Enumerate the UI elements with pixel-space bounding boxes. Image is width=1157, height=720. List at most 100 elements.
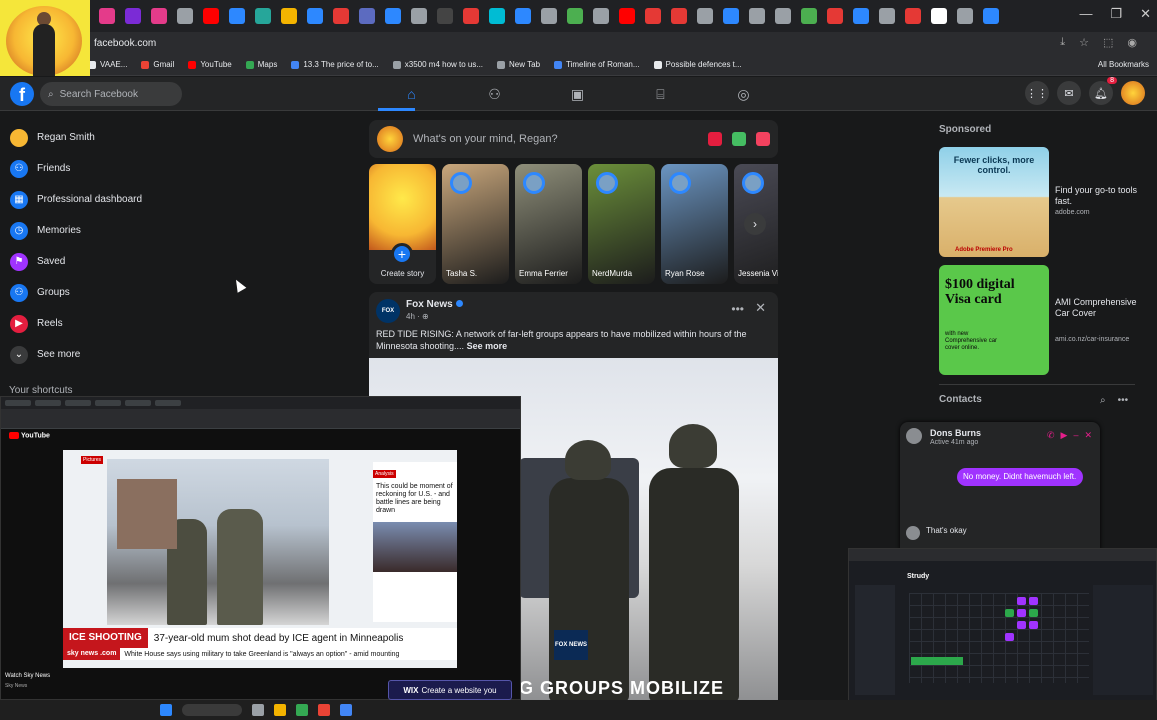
bookmark-item[interactable]: x3500 m4 how to us... <box>392 60 483 69</box>
ad-ami[interactable]: $100 digital Visa card with new Comprehe… <box>939 265 1139 375</box>
more-icon[interactable]: ••• <box>1118 395 1129 406</box>
channel-title[interactable]: Watch Sky News <box>5 673 50 679</box>
apps-menu-icon[interactable]: ⋮⋮ <box>1025 81 1049 105</box>
story-card[interactable]: Tasha S. <box>442 164 509 284</box>
pip-tab[interactable] <box>35 400 61 406</box>
profile-avatar[interactable] <box>1121 81 1145 105</box>
browser-tab-icon[interactable] <box>905 8 921 24</box>
ad-image[interactable]: Fewer clicks, more control. Adobe Premie… <box>939 147 1049 257</box>
search-input[interactable]: ⌕ Search Facebook <box>40 82 182 106</box>
app-icon[interactable] <box>318 704 330 716</box>
browser-tab-icon[interactable] <box>723 8 739 24</box>
browser-tab-icon[interactable] <box>645 8 661 24</box>
browser-tab-icon[interactable] <box>125 8 141 24</box>
video-call-icon[interactable]: ▶ <box>1061 430 1068 441</box>
story-card[interactable]: NerdMurda <box>588 164 655 284</box>
see-more-link[interactable]: See more <box>467 341 508 351</box>
sidebar-item-friends[interactable]: ⚇ Friends <box>6 153 206 184</box>
browser-tab-icon[interactable] <box>541 8 557 24</box>
taskbar-search[interactable] <box>182 704 242 716</box>
marketplace-icon[interactable]: ⌸ <box>619 77 702 111</box>
browser-tab-icon[interactable] <box>957 8 973 24</box>
sidebar-item-groups[interactable]: ⚇ Groups <box>6 277 206 308</box>
grid-cell[interactable] <box>1017 597 1026 605</box>
post-author-name[interactable]: Fox News <box>406 299 453 310</box>
bookmark-item[interactable]: Possible defences t... <box>653 60 742 69</box>
add-story-icon[interactable]: + <box>391 243 413 265</box>
browser-tab-icon[interactable] <box>359 8 375 24</box>
pip-tab[interactable] <box>95 400 121 406</box>
story-card[interactable]: Emma Ferrier <box>515 164 582 284</box>
sidebar-item-saved[interactable]: ⚑ Saved <box>6 246 206 277</box>
url-text[interactable]: facebook.com <box>94 38 156 49</box>
ad-adobe[interactable]: Fewer clicks, more control. Adobe Premie… <box>939 147 1139 257</box>
youtube-logo[interactable]: YouTube <box>9 432 50 440</box>
app-icon[interactable] <box>340 704 352 716</box>
browser-tab-icon[interactable] <box>437 8 453 24</box>
app-icon[interactable] <box>274 704 286 716</box>
browser-tab-icon[interactable] <box>619 8 635 24</box>
facebook-logo[interactable]: f <box>10 82 34 106</box>
search-icon[interactable]: ⌕ <box>1100 395 1106 406</box>
browser-tab-icon[interactable] <box>463 8 479 24</box>
post-options-icon[interactable]: ••• <box>731 302 744 316</box>
app-icon[interactable] <box>296 704 308 716</box>
bookmark-item[interactable]: Maps <box>245 60 277 69</box>
browser-tab-icon[interactable] <box>203 8 219 24</box>
browser-tab-icon[interactable] <box>879 8 895 24</box>
close-button[interactable]: ✕ <box>1140 6 1151 22</box>
sidebar-item-reels[interactable]: ▶ Reels <box>6 308 206 339</box>
notifications-icon[interactable]: 🔔︎ 8 <box>1089 77 1117 105</box>
browser-tab-icon[interactable] <box>99 8 115 24</box>
youtube-window[interactable]: YouTube Pictures Analysis This could be … <box>0 396 521 700</box>
browser-tab-icon[interactable] <box>593 8 609 24</box>
browser-tab-icon[interactable] <box>177 8 193 24</box>
all-bookmarks-button[interactable]: All Bookmarks <box>1098 60 1149 69</box>
messenger-icon[interactable]: ✉ <box>1057 81 1081 105</box>
grid-cell[interactable] <box>1005 633 1014 641</box>
pip-tab[interactable] <box>5 400 31 406</box>
live-video-icon[interactable] <box>708 132 722 146</box>
story-card[interactable]: Ryan Rose <box>661 164 728 284</box>
grid-cell[interactable] <box>1029 621 1038 629</box>
pip-tab[interactable] <box>65 400 91 406</box>
fox-news-avatar[interactable]: FOX <box>376 299 400 323</box>
sidebar-item-see-more[interactable]: ⌄ See more <box>6 339 206 370</box>
minimize-button[interactable]: — <box>1079 6 1092 22</box>
video-player[interactable]: Pictures Analysis This could be moment o… <box>63 450 457 668</box>
grid-cell[interactable] <box>1017 621 1026 629</box>
star-icon[interactable]: ☆ <box>1079 36 1089 49</box>
browser-tab-icon[interactable] <box>775 8 791 24</box>
browser-tab-icon[interactable] <box>983 8 999 24</box>
extensions-icon[interactable]: ⬚ <box>1103 36 1113 49</box>
grid-cell[interactable] <box>1029 609 1038 617</box>
studio-grid[interactable] <box>909 593 1089 683</box>
create-story-card[interactable]: + Create story <box>369 164 436 284</box>
browser-tab-icon[interactable] <box>749 8 765 24</box>
composer-placeholder[interactable]: What's on your mind, Regan? <box>413 133 698 145</box>
sidebar-item-professional-dashboard[interactable]: ▦ Professional dashboard <box>6 184 206 215</box>
studio-green-bar[interactable] <box>911 657 963 665</box>
browser-tab-icon[interactable] <box>567 8 583 24</box>
phone-icon[interactable]: ✆ <box>1047 430 1055 441</box>
browser-tab-icon[interactable] <box>151 8 167 24</box>
browser-tab-icon[interactable] <box>307 8 323 24</box>
browser-tab-icon[interactable] <box>411 8 427 24</box>
profile-icon[interactable]: ◉ <box>1127 36 1137 49</box>
wix-ad-banner[interactable]: WIX Create a website you <box>388 680 512 700</box>
photo-icon[interactable] <box>732 132 746 146</box>
studio-window[interactable]: Strudy <box>848 548 1157 710</box>
browser-tab-icon[interactable] <box>281 8 297 24</box>
sidebar-item-memories[interactable]: ◷ Memories <box>6 215 206 246</box>
browser-tab-icon[interactable] <box>229 8 245 24</box>
maximize-button[interactable]: ❐ <box>1110 6 1122 22</box>
bookmark-item[interactable]: 13.3 The price of to... <box>291 60 379 69</box>
bookmark-item[interactable]: Gmail <box>141 60 174 69</box>
minimize-icon[interactable]: – <box>1073 430 1078 441</box>
grid-cell[interactable] <box>1005 609 1014 617</box>
browser-tab-icon[interactable] <box>489 8 505 24</box>
gaming-icon[interactable]: ◎ <box>702 77 785 111</box>
app-icon[interactable] <box>252 704 264 716</box>
browser-tab-icon[interactable] <box>827 8 843 24</box>
install-icon[interactable]: ⤓ <box>1060 36 1065 49</box>
